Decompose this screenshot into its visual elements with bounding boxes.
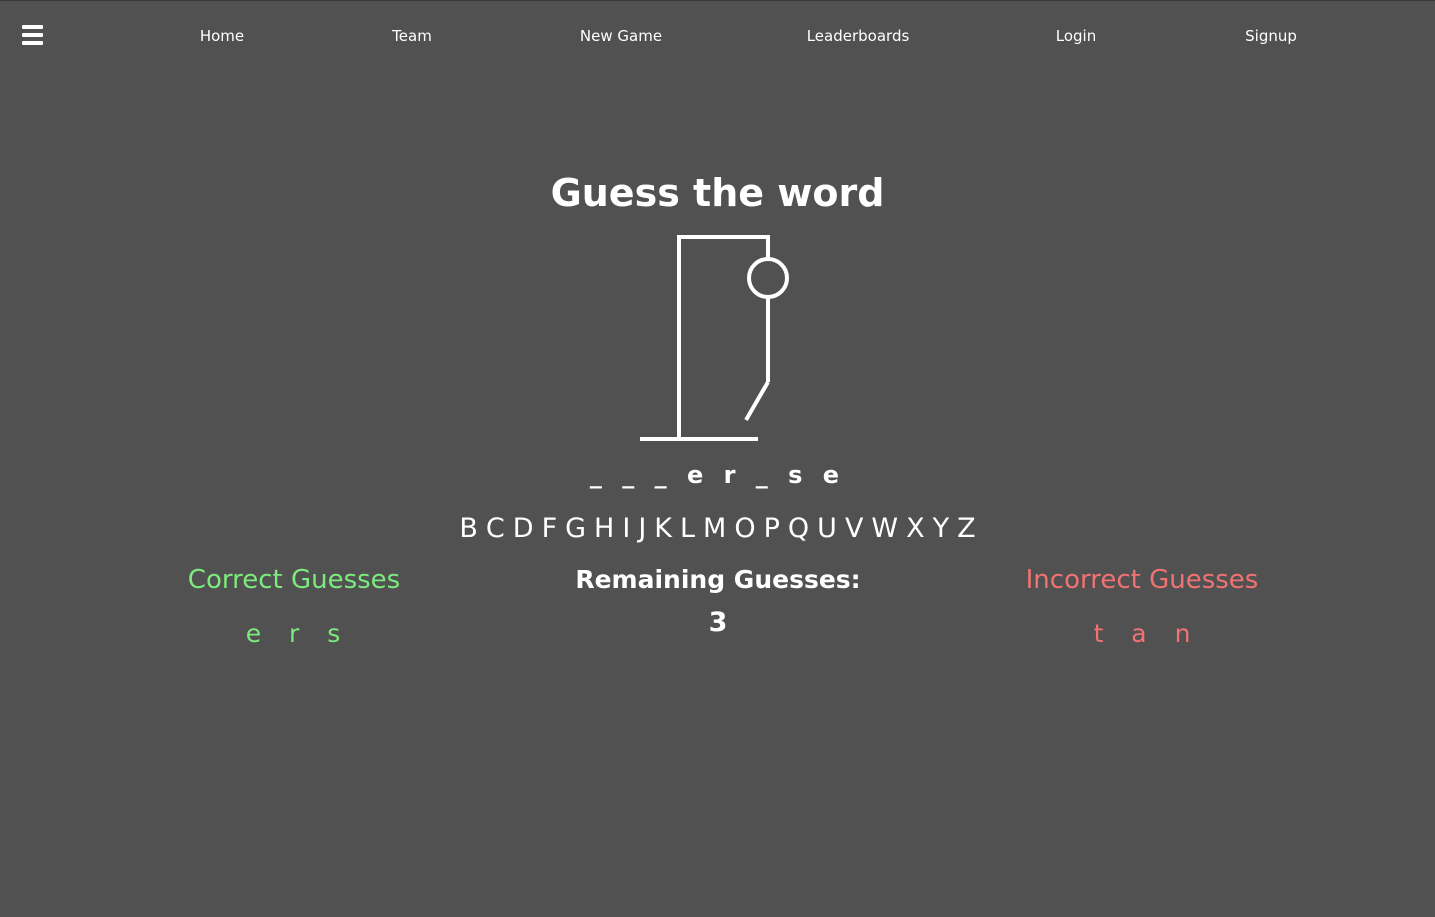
letter-button-x[interactable]: X: [906, 513, 925, 544]
letter-button-v[interactable]: V: [845, 513, 863, 544]
incorrect-guesses-list: t a n: [1093, 619, 1201, 648]
nav-home[interactable]: Home: [200, 27, 244, 45]
nav-leaderboards[interactable]: Leaderboards: [807, 27, 910, 45]
nav-new-game[interactable]: New Game: [580, 27, 662, 45]
page-title: Guess the word: [550, 171, 885, 215]
letter-button-z[interactable]: Z: [957, 513, 976, 544]
word-display: _ _ _ e r _ s e: [589, 461, 846, 489]
letter-button-c[interactable]: C: [486, 513, 505, 544]
hamburger-menu-icon[interactable]: [22, 25, 43, 47]
nav-team[interactable]: Team: [392, 27, 432, 45]
letter-button-f[interactable]: F: [542, 513, 558, 544]
remaining-guesses-count: 3: [708, 607, 728, 638]
letter-button-b[interactable]: B: [459, 513, 478, 544]
letter-button-h[interactable]: H: [594, 513, 614, 544]
incorrect-guesses-title: Incorrect Guesses: [1025, 565, 1259, 595]
letter-button-m[interactable]: M: [703, 513, 726, 544]
nav-signup[interactable]: Signup: [1245, 27, 1297, 45]
letter-button-g[interactable]: G: [565, 513, 586, 544]
letter-button-k[interactable]: K: [654, 513, 672, 544]
letter-button-l[interactable]: L: [680, 513, 695, 544]
hangman-left-leg: [744, 380, 770, 422]
menu-bar: [22, 33, 43, 37]
correct-guesses-title: Correct Guesses: [187, 565, 401, 595]
letter-button-q[interactable]: Q: [788, 513, 809, 544]
letter-button-o[interactable]: O: [734, 513, 755, 544]
letter-button-j[interactable]: J: [638, 513, 646, 544]
nav-login[interactable]: Login: [1056, 27, 1096, 45]
game-page: Home Team New Game Leaderboards Login Si…: [0, 0, 1435, 917]
letter-button-d[interactable]: D: [513, 513, 534, 544]
menu-bar: [22, 41, 43, 45]
hangman-drawing: [640, 235, 789, 441]
menu-bar: [22, 25, 43, 29]
letter-button-w[interactable]: W: [871, 513, 898, 544]
letter-button-i[interactable]: I: [622, 513, 630, 544]
correct-guesses-list: e r s: [245, 619, 351, 648]
letter-picker: BCDFGHIJKLMOPQUVWXYZ: [0, 513, 1435, 544]
letter-button-u[interactable]: U: [817, 513, 837, 544]
hangman-head: [747, 257, 789, 299]
letter-button-p[interactable]: P: [764, 513, 780, 544]
letter-button-y[interactable]: Y: [933, 513, 950, 544]
remaining-guesses-title: Remaining Guesses:: [575, 565, 861, 594]
